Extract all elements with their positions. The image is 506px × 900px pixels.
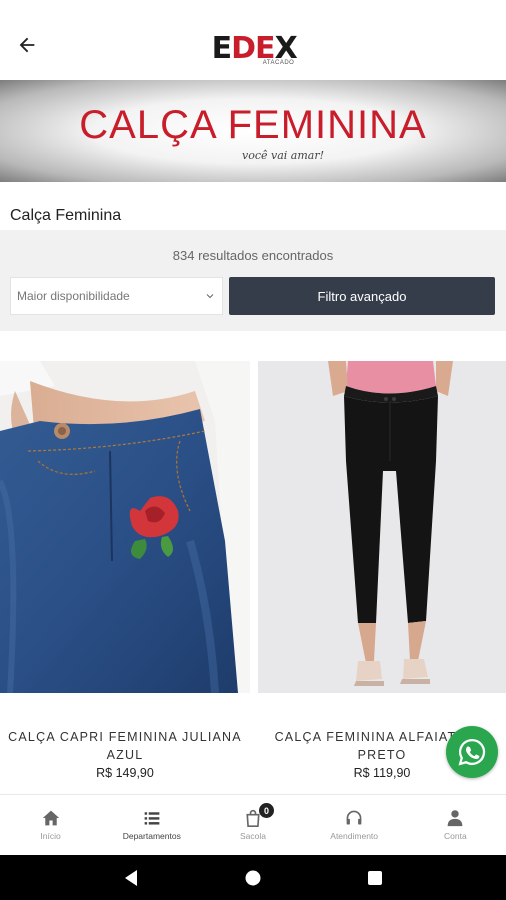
- bag-count-badge: 0: [258, 803, 274, 818]
- nav-item-bag[interactable]: 0 Sacola: [203, 795, 303, 841]
- page-title: Calça Feminina: [10, 207, 122, 224]
- product-price: R$ 149,90: [96, 766, 154, 780]
- nav-item-departments[interactable]: Departamentos: [102, 795, 202, 841]
- chevron-down-icon: [206, 294, 214, 299]
- product-image[interactable]: [0, 361, 250, 693]
- system-recents-button[interactable]: [355, 863, 395, 893]
- system-back-button[interactable]: [111, 863, 151, 893]
- nav-label: Início: [40, 831, 61, 841]
- user-icon: [447, 810, 463, 827]
- triangle-back-icon: [125, 869, 137, 886]
- product-image[interactable]: [258, 361, 506, 693]
- category-banner: CALÇA FEMININA você vai amar!: [0, 80, 506, 182]
- back-button[interactable]: [12, 30, 42, 60]
- nav-item-account[interactable]: Conta: [405, 795, 505, 841]
- nav-label: Departamentos: [122, 831, 181, 841]
- app-header: EDEX ATACADO: [0, 0, 506, 80]
- whatsapp-icon: [458, 738, 486, 766]
- nav-label: Atendimento: [330, 831, 379, 841]
- product-name[interactable]: CALÇA CAPRI FEMININA JULIANA AZUL: [0, 728, 250, 764]
- headset-icon: [346, 810, 362, 825]
- arrow-left-icon: [19, 37, 35, 53]
- system-nav-bar: [0, 855, 506, 900]
- square-recents-icon: [368, 870, 382, 885]
- system-home-button[interactable]: [233, 863, 273, 893]
- whatsapp-button[interactable]: [446, 726, 498, 778]
- sort-selected-value: Maior disponibilidade: [17, 289, 130, 303]
- banner-subtitle: você vai amar!: [241, 148, 325, 162]
- nav-label: Sacola: [239, 831, 266, 841]
- circle-home-icon: [245, 870, 261, 885]
- nav-item-support[interactable]: Atendimento: [304, 795, 404, 841]
- sort-select[interactable]: Maior disponibilidade: [10, 277, 223, 315]
- product-card[interactable]: CALÇA FEMININA ALFAIATARIA PRETO R$ 119,…: [258, 361, 506, 780]
- list-icon: [144, 812, 160, 825]
- banner-title: CALÇA FEMININA: [79, 102, 427, 147]
- filter-panel: 834 resultados encontrados Maior disponi…: [0, 230, 506, 331]
- brand-logo[interactable]: EDEX ATACADO: [212, 24, 298, 67]
- bottom-nav: Início Departamentos 0 Sacola Atendiment…: [0, 794, 506, 855]
- product-card[interactable]: CALÇA CAPRI FEMININA JULIANA AZUL R$ 149…: [0, 361, 250, 780]
- home-icon: [42, 810, 59, 826]
- nav-label: Conta: [444, 831, 467, 841]
- logo-subtitle: ATACADO: [262, 60, 295, 66]
- results-count: 834 resultados encontrados: [172, 248, 334, 263]
- advanced-filter-button[interactable]: Filtro avançado: [229, 277, 495, 315]
- nav-item-home[interactable]: Início: [1, 795, 101, 841]
